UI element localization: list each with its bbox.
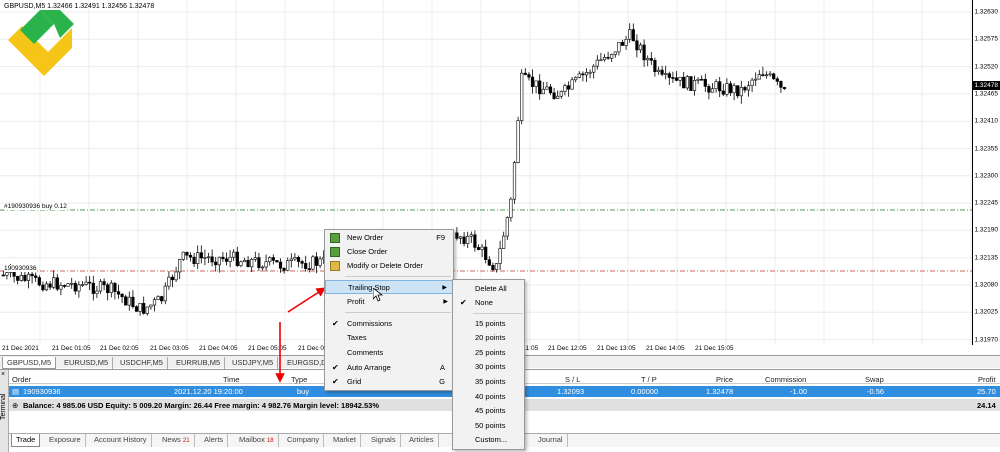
menu-label: Modify or Delete Order <box>347 261 423 270</box>
menu-trailing-stop[interactable]: Trailing Stop ▶ <box>325 280 453 294</box>
submenu-arrow-icon: ▶ <box>443 299 448 305</box>
menu-label: 30 points <box>475 362 506 371</box>
trailing-45[interactable]: 45 points <box>453 404 524 418</box>
trailing-50[interactable]: 50 points <box>453 419 524 433</box>
menu-label: None <box>475 298 493 307</box>
menu-label: Comments <box>347 348 384 357</box>
menu-taxes[interactable]: Taxes <box>325 331 453 345</box>
trailing-15[interactable]: 15 points <box>453 317 524 331</box>
menu-label: 25 points <box>475 348 506 357</box>
trailing-40[interactable]: 40 points <box>453 390 524 404</box>
context-menu: New Order F9 Close Order Modify or Delete… <box>324 229 454 391</box>
trailing-25[interactable]: 25 points <box>453 346 524 360</box>
menu-label: Grid <box>347 377 362 386</box>
menu-label: Close Order <box>347 247 388 256</box>
check-icon: ✔ <box>460 298 467 307</box>
check-icon: ✔ <box>332 319 339 328</box>
menu-auto-arrange[interactable]: ✔ Auto Arrange A <box>325 361 453 375</box>
menu-separator <box>473 313 523 314</box>
menu-commissions[interactable]: ✔ Commissions <box>325 317 453 331</box>
menu-comments[interactable]: Comments <box>325 346 453 360</box>
trailing-custom[interactable]: Custom... <box>453 433 524 447</box>
trailing-20[interactable]: 20 points <box>453 331 524 345</box>
menu-label: 15 points <box>475 319 506 328</box>
menu-close-order[interactable]: Close Order <box>325 245 453 259</box>
menu-shortcut: F9 <box>436 233 445 242</box>
menu-label: 45 points <box>475 406 506 415</box>
trailing-none[interactable]: ✔ None <box>453 296 524 310</box>
check-icon: ✔ <box>332 377 339 386</box>
menu-profit[interactable]: Profit ▶ <box>325 295 453 309</box>
menu-label: New Order <box>347 233 384 242</box>
submenu-arrow-icon: ▶ <box>442 285 447 291</box>
mouse-cursor-icon <box>373 288 383 302</box>
menu-label: 35 points <box>475 377 506 386</box>
check-icon: ✔ <box>332 363 339 372</box>
menu-modify-order[interactable]: Modify or Delete Order <box>325 259 453 273</box>
menu-separator <box>345 312 451 313</box>
menu-shortcut: G <box>439 377 445 386</box>
menu-separator <box>345 276 451 277</box>
trailing-30[interactable]: 30 points <box>453 360 524 374</box>
menu-grid[interactable]: ✔ Grid G <box>325 375 453 389</box>
trailing-35[interactable]: 35 points <box>453 375 524 389</box>
trailing-delete-all[interactable]: Delete All <box>453 282 524 296</box>
trailing-stop-submenu: Delete All ✔ None 15 points 20 points 25 … <box>452 279 525 450</box>
menu-label: 40 points <box>475 392 506 401</box>
menu-label: Custom... <box>475 435 508 444</box>
menu-label: 50 points <box>475 421 506 430</box>
menu-label: 20 points <box>475 333 506 342</box>
close-order-icon <box>330 247 340 257</box>
menu-new-order[interactable]: New Order F9 <box>325 231 453 245</box>
modify-order-icon <box>330 261 340 271</box>
menu-shortcut: A <box>439 363 445 372</box>
menu-label: Auto Arrange <box>347 363 391 372</box>
menu-label: Profit <box>347 297 365 306</box>
new-order-icon <box>330 233 340 243</box>
menu-label: Taxes <box>347 333 367 342</box>
menu-label: Delete All <box>475 284 507 293</box>
menu-label: Commissions <box>347 319 393 328</box>
menu-label: Trailing Stop <box>348 283 390 292</box>
